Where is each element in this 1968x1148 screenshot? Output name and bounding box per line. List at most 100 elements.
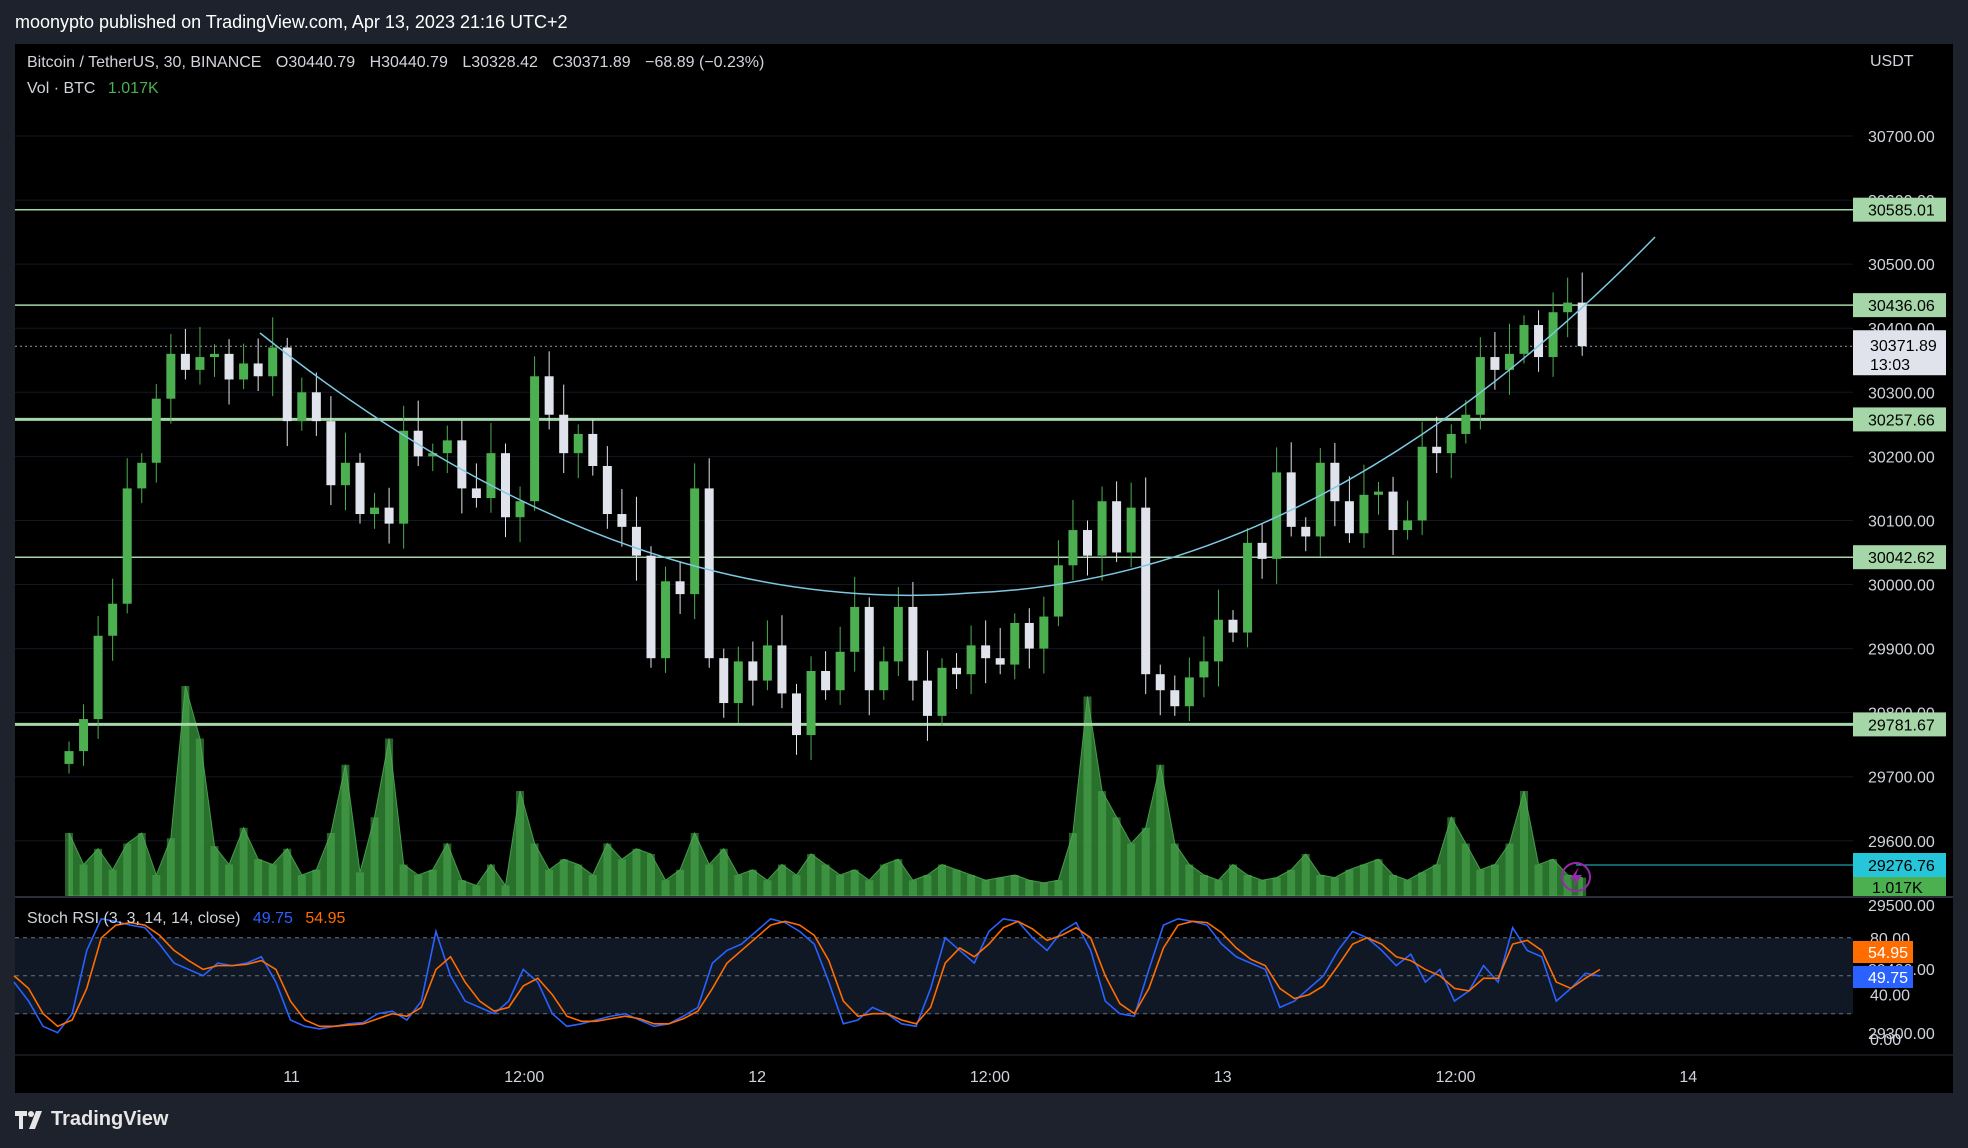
volume-bar: [647, 854, 655, 896]
volume-bar: [748, 869, 757, 896]
volume-bar: [588, 875, 597, 896]
volume-bar: [530, 843, 539, 896]
price-tick-label: 29900.00: [1868, 642, 1935, 659]
candle-body: [762, 645, 772, 681]
price-chart[interactable]: USDT29300.0029400.0029500.0029600.002970…: [0, 0, 1968, 1148]
candle-body: [1024, 622, 1034, 649]
candle-body: [937, 667, 947, 716]
level-price-label: 30257.66: [1868, 412, 1935, 429]
candle-body: [1534, 325, 1544, 358]
volume-bar: [603, 843, 612, 896]
volume-bar: [1389, 875, 1398, 896]
volume-bar: [690, 833, 699, 896]
stoch-legend-label: Stoch RSI (3, 3, 14, 14, close): [27, 910, 241, 927]
volume-bar: [152, 875, 161, 896]
candle-body: [704, 488, 714, 659]
volume-bar: [1476, 869, 1485, 896]
candle-body: [1039, 616, 1049, 649]
time-tick-label: 14: [1679, 1069, 1697, 1086]
volume-bar: [326, 833, 335, 896]
candle-body: [922, 680, 932, 716]
volume-bar: [1025, 880, 1034, 896]
volume-bar: [676, 869, 685, 896]
candle-body: [180, 353, 190, 370]
volume-bar: [283, 848, 292, 896]
candle-body: [1315, 462, 1325, 537]
candle-body: [719, 658, 729, 704]
stoch-k-tag-label: 49.75: [1868, 970, 1908, 987]
volume-bar: [181, 686, 190, 896]
candle-body: [1548, 312, 1558, 358]
time-tick-label: 12:00: [1435, 1069, 1475, 1086]
candle-body: [239, 363, 249, 380]
candle-body: [806, 671, 816, 736]
volume-bar: [1141, 827, 1150, 896]
price-tick-label: 30500.00: [1868, 257, 1935, 274]
candle-body: [282, 347, 292, 422]
volume-bar: [225, 864, 234, 896]
candle-body: [79, 719, 89, 752]
candle-body: [879, 661, 889, 691]
volume-bar: [865, 880, 874, 896]
volume-bar: [705, 864, 714, 896]
volume-bar: [996, 877, 1005, 896]
cup-curve: [259, 236, 1656, 596]
volume-bar: [734, 875, 743, 896]
volume-bar: [195, 738, 204, 896]
time-tick-label: 12:00: [970, 1069, 1010, 1086]
candle-body: [850, 606, 860, 652]
time-tick-label: 13: [1214, 1069, 1232, 1086]
volume-bar: [777, 864, 786, 896]
candle-body: [1213, 619, 1223, 662]
ohlc-high: H30440.79: [369, 54, 448, 71]
volume-bar: [894, 859, 903, 896]
volume-legend: Vol · BTC 1.017K: [27, 80, 159, 98]
candle-body: [1359, 494, 1369, 534]
candle-body: [675, 581, 685, 595]
candle-body: [617, 514, 627, 527]
candle-body: [952, 667, 962, 675]
volume-bar: [1170, 843, 1179, 896]
candle-body: [966, 645, 976, 675]
volume-bar: [719, 848, 728, 896]
candle-body: [530, 376, 540, 502]
candle-body: [297, 392, 307, 422]
volume-bar: [472, 885, 481, 896]
price-tick-label: 30100.00: [1868, 513, 1935, 530]
ohlc-change: −68.89 (−0.23%): [645, 54, 765, 71]
tradingview-logo[interactable]: TradingView: [15, 1108, 168, 1131]
candle-body: [748, 661, 758, 681]
candle-body: [515, 501, 525, 518]
candle-body: [1374, 491, 1383, 495]
volume-bar: [923, 875, 932, 896]
candle-body: [1563, 302, 1573, 313]
candle-body: [1403, 520, 1413, 531]
price-tick-label: 29600.00: [1868, 834, 1935, 851]
candle-body: [1184, 677, 1194, 707]
candle-body: [64, 751, 74, 764]
candle-body: [893, 606, 903, 662]
candle-body: [1330, 462, 1340, 502]
volume-bar: [297, 875, 306, 896]
candle-body: [646, 555, 656, 659]
price-tick-label: 30000.00: [1868, 578, 1935, 595]
volume-legend-label: Vol · BTC: [27, 80, 96, 97]
volume-bar: [486, 864, 495, 896]
time-tick-label: 12: [748, 1069, 766, 1086]
candle-body: [1068, 530, 1078, 566]
candle-body: [122, 488, 132, 604]
candle-body: [777, 645, 787, 694]
candle-body: [1170, 690, 1180, 707]
candle-body: [981, 645, 991, 659]
countdown-label: 13:03: [1870, 357, 1910, 374]
volume-bar: [94, 848, 103, 896]
candle-body: [573, 433, 583, 454]
volume-bar: [908, 880, 917, 896]
stoch-k-value: 49.75: [252, 910, 293, 927]
candle-body: [224, 353, 234, 380]
candle-body: [1228, 619, 1238, 633]
volume-bar: [516, 791, 525, 896]
volume-bar: [1083, 696, 1092, 896]
volume-bar: [632, 848, 641, 896]
candle-body: [311, 392, 321, 422]
